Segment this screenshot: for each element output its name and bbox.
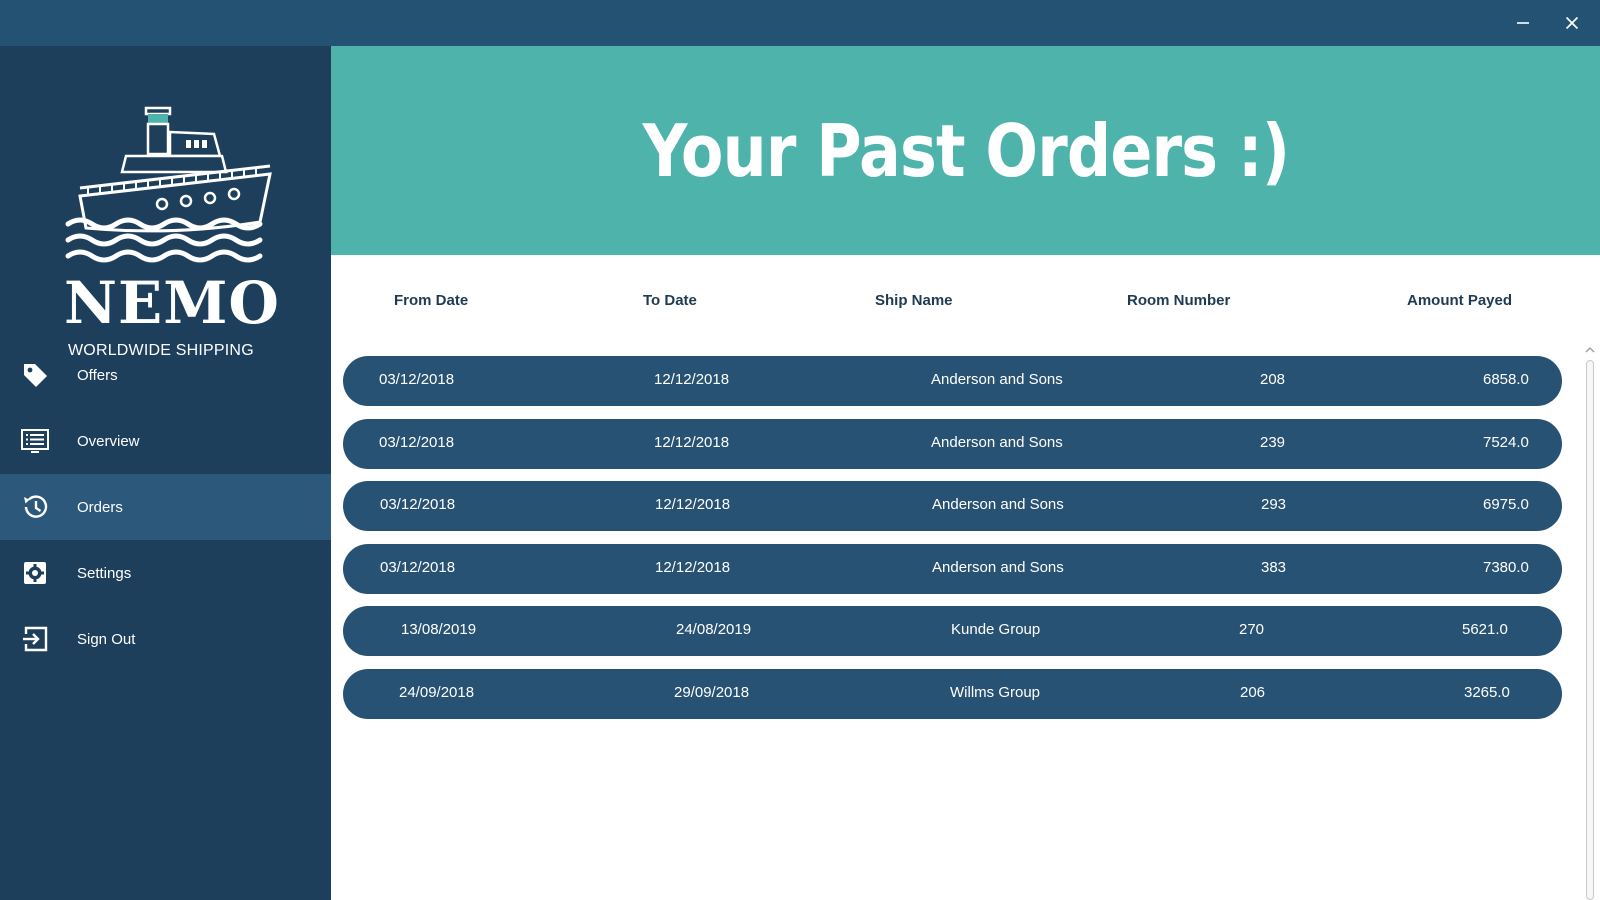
title-bar (0, 0, 1600, 46)
cell-from-date: 03/12/2018 (379, 433, 455, 451)
gear-icon (20, 559, 50, 587)
cell-from-date: 03/12/2018 (380, 496, 456, 513)
cell-ship-name: Willms Group (950, 683, 1041, 701)
cell-room-number: 208 (1260, 371, 1286, 388)
cell-room-number: 293 (1261, 496, 1287, 513)
scroll-track[interactable] (1586, 360, 1594, 900)
cell-amount-payed: 7524.0 (1483, 433, 1529, 451)
column-header-amount-payed: Amount Payed (1407, 292, 1513, 309)
cell-room-number: 206 (1240, 683, 1266, 701)
chevron-up-icon (1585, 347, 1595, 353)
minimize-button[interactable] (1500, 0, 1546, 46)
cell-to-date: 29/09/2018 (674, 683, 750, 701)
cell-ship-name: Anderson and Sons (931, 433, 1063, 451)
table-row[interactable]: 03/12/2018 12/12/2018 Anderson and Sons … (343, 543, 1562, 594)
cell-amount-payed: 6975.0 (1483, 496, 1529, 513)
sidebar-item-label: Offers (77, 366, 118, 384)
brand-name: NEMO (64, 269, 280, 337)
sign-out-icon (20, 625, 50, 653)
cell-amount-payed: 5621.0 (1462, 621, 1508, 638)
brand-logo: NEMO WORLDWIDE SHIPPING (64, 104, 280, 359)
table-row[interactable]: 03/12/2018 12/12/2018 Anderson and Sons … (343, 356, 1562, 406)
tag-icon (20, 361, 50, 389)
table-row[interactable]: 03/12/2018 12/12/2018 Anderson and Sons … (343, 418, 1562, 469)
sidebar-item-settings[interactable]: Settings (0, 540, 331, 606)
cell-room-number: 270 (1239, 621, 1265, 638)
cell-to-date: 12/12/2018 (654, 433, 730, 451)
cell-from-date: 03/12/2018 (379, 371, 455, 388)
cell-ship-name: Kunde Group (951, 621, 1041, 638)
table-row[interactable]: 13/08/2019 24/08/2019 Kunde Group 270 56… (343, 606, 1562, 656)
close-icon (1565, 16, 1579, 30)
cell-room-number: 383 (1261, 558, 1287, 576)
cell-amount-payed: 7380.0 (1483, 558, 1529, 576)
cell-from-date: 24/09/2018 (399, 683, 475, 701)
page-banner: Your Past Orders :) (331, 46, 1600, 255)
history-icon (20, 493, 50, 521)
cell-room-number: 239 (1260, 433, 1286, 451)
scroll-up-button[interactable] (1584, 344, 1596, 356)
column-header-from-date: From Date (394, 292, 469, 309)
cell-to-date: 24/08/2019 (676, 621, 752, 638)
orders-list: 03/12/2018 12/12/2018 Anderson and Sons … (343, 356, 1562, 731)
sidebar-item-orders[interactable]: Orders (0, 474, 331, 540)
cell-to-date: 12/12/2018 (654, 371, 730, 388)
page-title: Your Past Orders :) (642, 108, 1289, 193)
sidebar-nav: Offers Overview Orders Settings Sign Out (0, 342, 331, 672)
vertical-scrollbar[interactable] (1582, 344, 1598, 900)
list-icon (20, 427, 50, 455)
sidebar-item-label: Overview (77, 432, 140, 450)
column-header-to-date: To Date (643, 292, 697, 309)
cell-to-date: 12/12/2018 (655, 496, 731, 513)
ship-icon (65, 106, 272, 263)
column-header-room-number: Room Number (1127, 292, 1231, 309)
sidebar-item-label: Sign Out (77, 630, 136, 648)
sidebar-item-label: Settings (77, 564, 132, 582)
sidebar-item-label: Orders (77, 498, 123, 516)
cell-ship-name: Anderson and Sons (931, 371, 1063, 388)
close-button[interactable] (1549, 0, 1595, 46)
cell-amount-payed: 6858.0 (1483, 371, 1529, 388)
cell-from-date: 03/12/2018 (380, 558, 456, 576)
cell-ship-name: Anderson and Sons (932, 496, 1064, 513)
cell-amount-payed: 3265.0 (1464, 683, 1510, 701)
sidebar-item-sign-out[interactable]: Sign Out (0, 606, 331, 672)
sidebar-item-overview[interactable]: Overview (0, 408, 331, 474)
cell-ship-name: Anderson and Sons (932, 558, 1064, 576)
table-row[interactable]: 24/09/2018 29/09/2018 Willms Group 206 3… (343, 668, 1562, 719)
table-row[interactable]: 03/12/2018 12/12/2018 Anderson and Sons … (343, 481, 1562, 531)
column-header-ship-name: Ship Name (875, 292, 953, 309)
cell-to-date: 12/12/2018 (655, 558, 731, 576)
sidebar: NEMO WORLDWIDE SHIPPING Offers Overview … (0, 46, 331, 900)
sidebar-item-offers[interactable]: Offers (0, 342, 331, 408)
minimize-icon (1517, 22, 1529, 24)
cell-from-date: 13/08/2019 (401, 621, 477, 638)
